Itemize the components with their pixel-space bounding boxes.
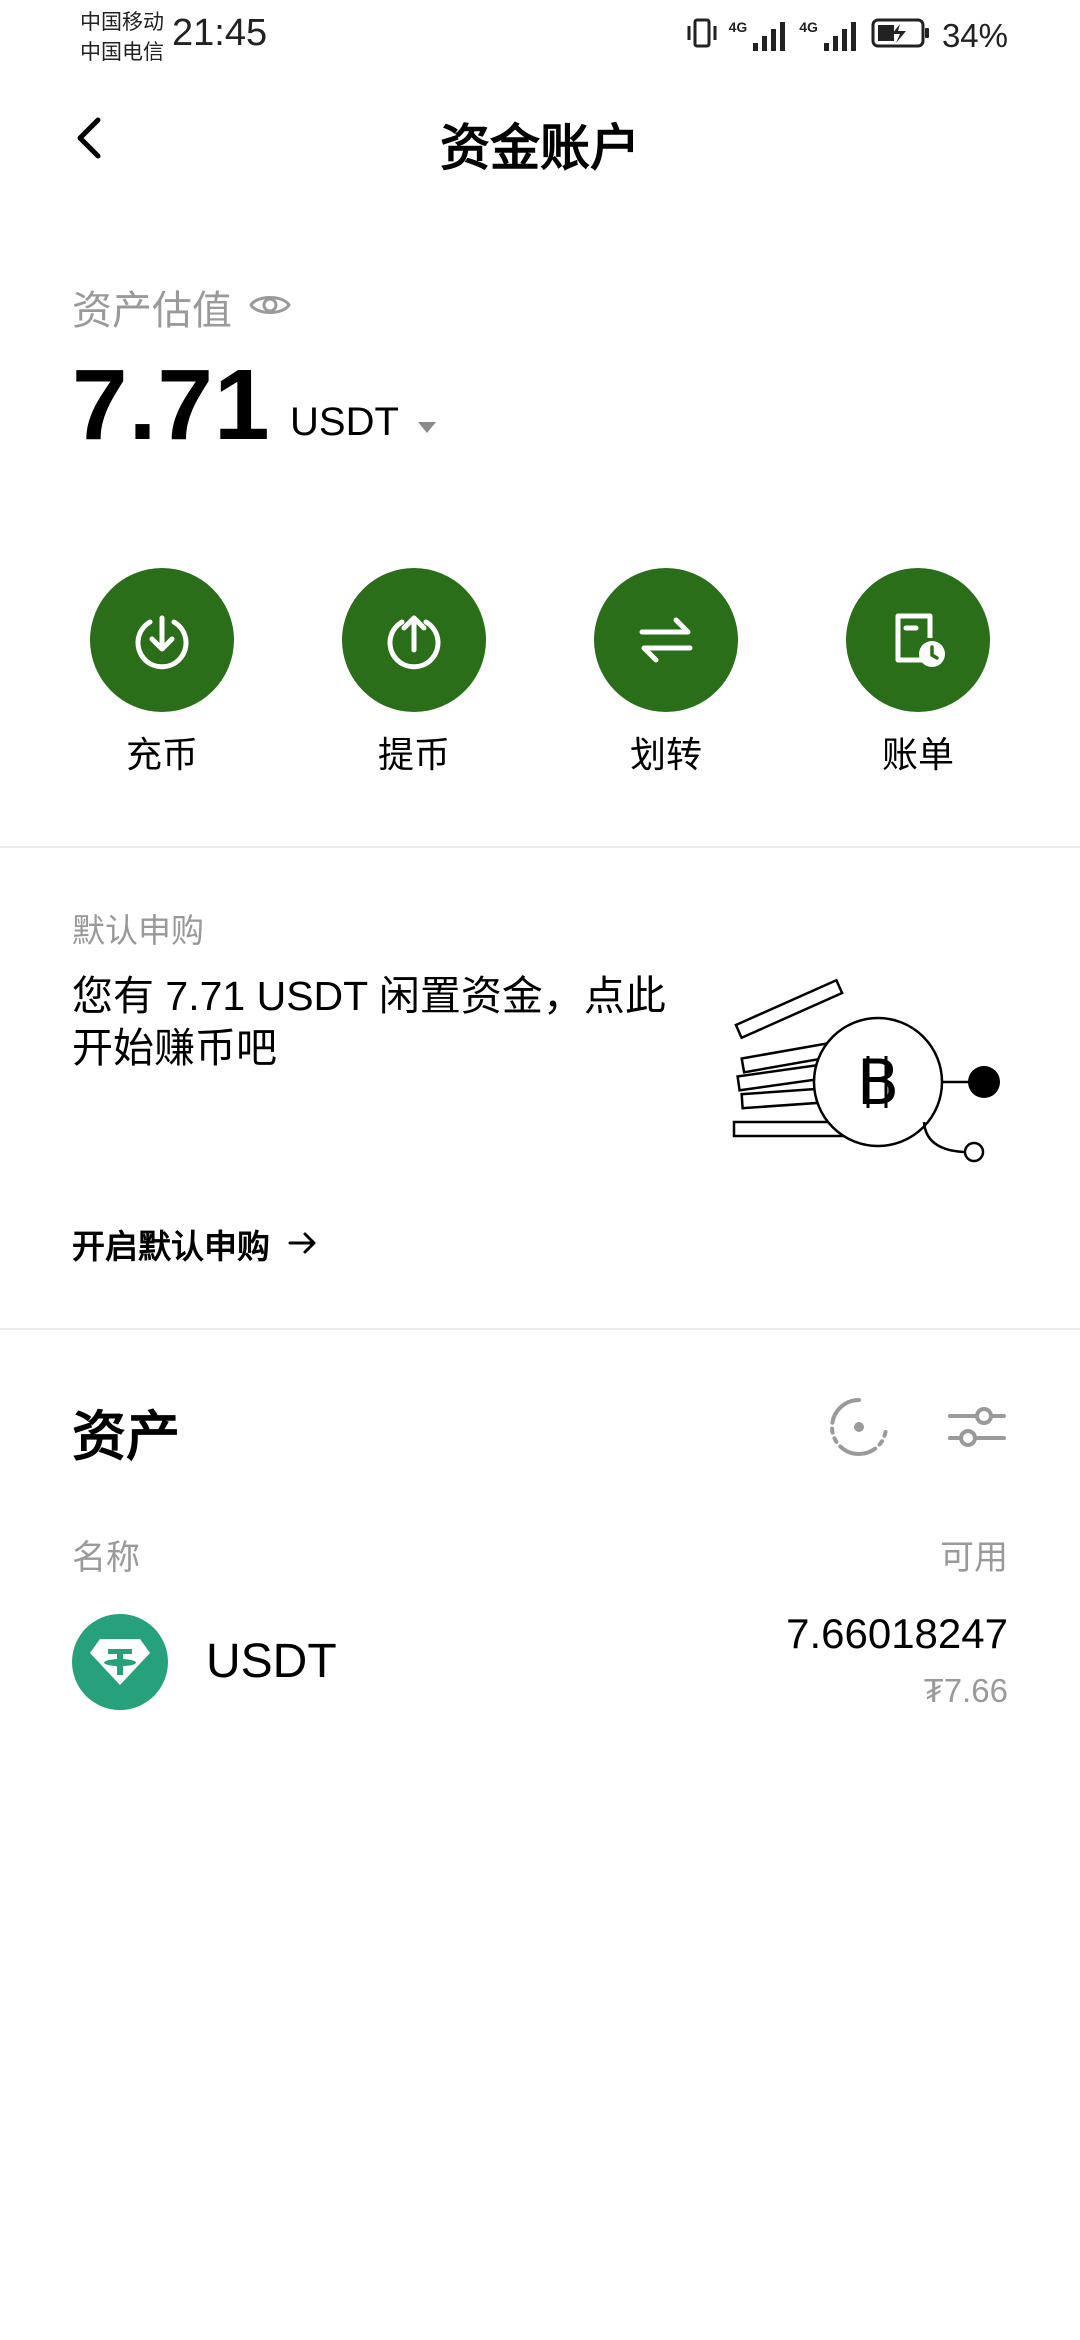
deposit-icon [90, 568, 234, 712]
bill-icon [846, 568, 990, 712]
header: 资金账户 [0, 100, 1080, 180]
svg-text:B: B [857, 1046, 900, 1119]
withdraw-label: 提币 [377, 734, 450, 775]
currency-unit: USDT [290, 400, 399, 444]
valuation-label-row: 资产估值 [72, 278, 292, 336]
column-header-name: 名称 [72, 1539, 140, 1577]
carrier-1: 中国移动 [80, 11, 164, 34]
withdraw-icon [342, 568, 486, 712]
asset-row-usdt[interactable]: USDT 7.66018247 ₮7.66 [0, 1610, 1080, 1720]
network-type-2: 4G [799, 18, 818, 35]
enable-default-subscription-link[interactable]: 开启默认申购 [72, 1220, 318, 1268]
asset-quantity: 7.66018247 [786, 1610, 1008, 1657]
valuation-label: 资产估值 [72, 289, 232, 333]
action-bar: 充币 提币 划转 账单 [0, 568, 1080, 788]
divider [0, 1328, 1080, 1330]
clock: 21:45 [172, 12, 268, 54]
status-icons: 4G 4G 34% [685, 16, 1008, 55]
arrow-right-icon [288, 1225, 318, 1263]
promo-label: 默认申购 [72, 912, 204, 949]
column-header-available: 可用 [940, 1539, 1008, 1577]
bitcoin-coins-illustration: B [728, 972, 1008, 1172]
battery-icon [870, 16, 932, 55]
signal-icon: 4G [729, 19, 790, 53]
assets-title: 资产 [72, 1407, 180, 1467]
filter-icon[interactable] [946, 1396, 1008, 1463]
small-balance-icon[interactable] [828, 1396, 890, 1463]
caret-down-icon [417, 400, 437, 445]
signal-icon-2: 4G [799, 19, 860, 53]
battery-percent: 34% [941, 16, 1008, 54]
divider [0, 846, 1080, 848]
promo-link-label: 开启默认申购 [72, 1228, 270, 1265]
usdt-logo-icon [72, 1614, 168, 1710]
deposit-button[interactable]: 充币 [82, 568, 242, 778]
carrier-info: 中国移动 中国电信 [80, 8, 164, 68]
asset-name: USDT [206, 1635, 337, 1688]
transfer-icon [594, 568, 738, 712]
currency-selector[interactable]: USDT [290, 400, 437, 445]
valuation-amount: 7.71 [72, 349, 271, 461]
page-title: 资金账户 [440, 120, 640, 176]
network-type-1: 4G [728, 18, 748, 35]
withdraw-button[interactable]: 提币 [334, 568, 494, 778]
eye-icon[interactable] [248, 285, 292, 330]
assets-toolbar [828, 1396, 1008, 1463]
vibrate-icon [685, 16, 719, 55]
transfer-label: 划转 [629, 734, 702, 775]
transfer-button[interactable]: 划转 [586, 568, 746, 778]
promo-text[interactable]: 您有 7.71 USDT 闲置资金，点此开始赚币吧 [72, 970, 672, 1074]
status-bar: 中国移动 中国电信 21:45 4G 4G 34% [0, 0, 1080, 72]
bill-button[interactable]: 账单 [838, 568, 998, 778]
carrier-2: 中国电信 [80, 41, 164, 64]
asset-fiat-value: ₮7.66 [923, 1672, 1008, 1709]
bill-label: 账单 [881, 734, 954, 775]
deposit-label: 充币 [125, 734, 198, 775]
